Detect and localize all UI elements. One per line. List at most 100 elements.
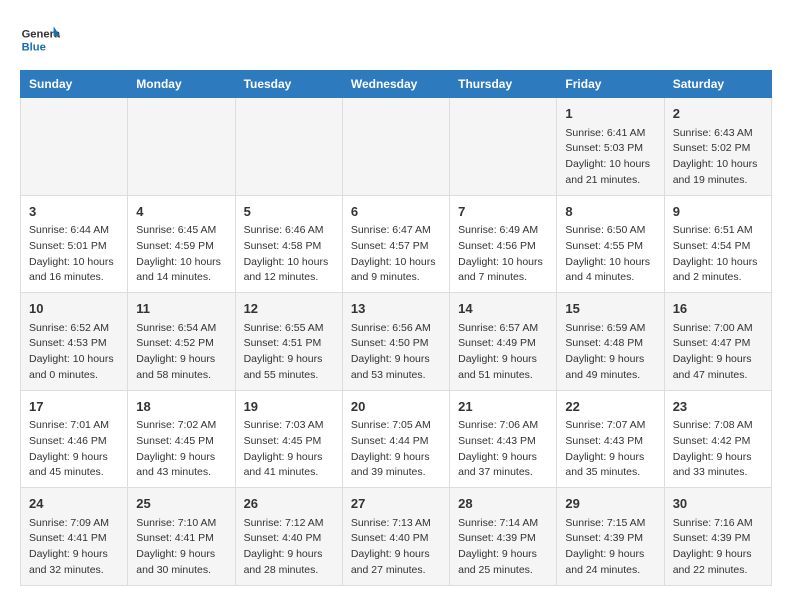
day-number: 28 <box>458 494 548 514</box>
day-info: Sunrise: 7:08 AM Sunset: 4:42 PM Dayligh… <box>673 418 763 481</box>
day-cell: 14Sunrise: 6:57 AM Sunset: 4:49 PM Dayli… <box>450 293 557 391</box>
day-cell: 13Sunrise: 6:56 AM Sunset: 4:50 PM Dayli… <box>342 293 449 391</box>
week-row-3: 10Sunrise: 6:52 AM Sunset: 4:53 PM Dayli… <box>21 293 772 391</box>
day-cell: 20Sunrise: 7:05 AM Sunset: 4:44 PM Dayli… <box>342 390 449 488</box>
day-info: Sunrise: 6:59 AM Sunset: 4:48 PM Dayligh… <box>565 321 655 384</box>
page-header: General Blue <box>20 20 772 60</box>
day-cell: 16Sunrise: 7:00 AM Sunset: 4:47 PM Dayli… <box>664 293 771 391</box>
day-number: 3 <box>29 202 119 222</box>
day-info: Sunrise: 7:16 AM Sunset: 4:39 PM Dayligh… <box>673 516 763 579</box>
week-row-1: 1Sunrise: 6:41 AM Sunset: 5:03 PM Daylig… <box>21 98 772 196</box>
header-day-monday: Monday <box>128 71 235 98</box>
day-number: 10 <box>29 299 119 319</box>
day-cell: 18Sunrise: 7:02 AM Sunset: 4:45 PM Dayli… <box>128 390 235 488</box>
day-cell <box>128 98 235 196</box>
day-cell: 24Sunrise: 7:09 AM Sunset: 4:41 PM Dayli… <box>21 488 128 586</box>
day-number: 24 <box>29 494 119 514</box>
day-cell: 23Sunrise: 7:08 AM Sunset: 4:42 PM Dayli… <box>664 390 771 488</box>
day-cell: 2Sunrise: 6:43 AM Sunset: 5:02 PM Daylig… <box>664 98 771 196</box>
day-cell <box>21 98 128 196</box>
day-info: Sunrise: 7:14 AM Sunset: 4:39 PM Dayligh… <box>458 516 548 579</box>
svg-text:Blue: Blue <box>22 41 46 53</box>
day-number: 29 <box>565 494 655 514</box>
day-number: 27 <box>351 494 441 514</box>
day-info: Sunrise: 6:57 AM Sunset: 4:49 PM Dayligh… <box>458 321 548 384</box>
day-info: Sunrise: 7:07 AM Sunset: 4:43 PM Dayligh… <box>565 418 655 481</box>
day-number: 6 <box>351 202 441 222</box>
day-cell: 26Sunrise: 7:12 AM Sunset: 4:40 PM Dayli… <box>235 488 342 586</box>
day-info: Sunrise: 7:02 AM Sunset: 4:45 PM Dayligh… <box>136 418 226 481</box>
day-number: 26 <box>244 494 334 514</box>
day-info: Sunrise: 7:13 AM Sunset: 4:40 PM Dayligh… <box>351 516 441 579</box>
day-cell: 10Sunrise: 6:52 AM Sunset: 4:53 PM Dayli… <box>21 293 128 391</box>
week-row-5: 24Sunrise: 7:09 AM Sunset: 4:41 PM Dayli… <box>21 488 772 586</box>
day-cell: 4Sunrise: 6:45 AM Sunset: 4:59 PM Daylig… <box>128 195 235 293</box>
day-number: 9 <box>673 202 763 222</box>
day-info: Sunrise: 7:10 AM Sunset: 4:41 PM Dayligh… <box>136 516 226 579</box>
day-info: Sunrise: 7:05 AM Sunset: 4:44 PM Dayligh… <box>351 418 441 481</box>
day-info: Sunrise: 7:15 AM Sunset: 4:39 PM Dayligh… <box>565 516 655 579</box>
day-number: 2 <box>673 104 763 124</box>
day-cell: 6Sunrise: 6:47 AM Sunset: 4:57 PM Daylig… <box>342 195 449 293</box>
day-cell: 15Sunrise: 6:59 AM Sunset: 4:48 PM Dayli… <box>557 293 664 391</box>
header-day-sunday: Sunday <box>21 71 128 98</box>
day-info: Sunrise: 6:43 AM Sunset: 5:02 PM Dayligh… <box>673 126 763 189</box>
day-number: 25 <box>136 494 226 514</box>
day-cell: 30Sunrise: 7:16 AM Sunset: 4:39 PM Dayli… <box>664 488 771 586</box>
day-cell: 21Sunrise: 7:06 AM Sunset: 4:43 PM Dayli… <box>450 390 557 488</box>
day-number: 19 <box>244 397 334 417</box>
day-cell: 9Sunrise: 6:51 AM Sunset: 4:54 PM Daylig… <box>664 195 771 293</box>
day-info: Sunrise: 7:01 AM Sunset: 4:46 PM Dayligh… <box>29 418 119 481</box>
day-number: 16 <box>673 299 763 319</box>
day-number: 23 <box>673 397 763 417</box>
header-day-wednesday: Wednesday <box>342 71 449 98</box>
day-number: 15 <box>565 299 655 319</box>
header-day-friday: Friday <box>557 71 664 98</box>
week-row-4: 17Sunrise: 7:01 AM Sunset: 4:46 PM Dayli… <box>21 390 772 488</box>
day-info: Sunrise: 7:06 AM Sunset: 4:43 PM Dayligh… <box>458 418 548 481</box>
day-info: Sunrise: 6:49 AM Sunset: 4:56 PM Dayligh… <box>458 223 548 286</box>
day-number: 4 <box>136 202 226 222</box>
day-cell: 25Sunrise: 7:10 AM Sunset: 4:41 PM Dayli… <box>128 488 235 586</box>
day-number: 8 <box>565 202 655 222</box>
day-info: Sunrise: 7:00 AM Sunset: 4:47 PM Dayligh… <box>673 321 763 384</box>
day-cell <box>450 98 557 196</box>
day-cell: 19Sunrise: 7:03 AM Sunset: 4:45 PM Dayli… <box>235 390 342 488</box>
day-number: 21 <box>458 397 548 417</box>
day-info: Sunrise: 6:54 AM Sunset: 4:52 PM Dayligh… <box>136 321 226 384</box>
day-cell: 12Sunrise: 6:55 AM Sunset: 4:51 PM Dayli… <box>235 293 342 391</box>
day-number: 20 <box>351 397 441 417</box>
day-cell: 28Sunrise: 7:14 AM Sunset: 4:39 PM Dayli… <box>450 488 557 586</box>
day-info: Sunrise: 6:50 AM Sunset: 4:55 PM Dayligh… <box>565 223 655 286</box>
day-number: 18 <box>136 397 226 417</box>
day-cell: 5Sunrise: 6:46 AM Sunset: 4:58 PM Daylig… <box>235 195 342 293</box>
week-row-2: 3Sunrise: 6:44 AM Sunset: 5:01 PM Daylig… <box>21 195 772 293</box>
day-info: Sunrise: 7:09 AM Sunset: 4:41 PM Dayligh… <box>29 516 119 579</box>
day-cell <box>235 98 342 196</box>
day-info: Sunrise: 6:52 AM Sunset: 4:53 PM Dayligh… <box>29 321 119 384</box>
day-cell <box>342 98 449 196</box>
day-info: Sunrise: 6:51 AM Sunset: 4:54 PM Dayligh… <box>673 223 763 286</box>
day-number: 12 <box>244 299 334 319</box>
day-number: 11 <box>136 299 226 319</box>
day-info: Sunrise: 6:41 AM Sunset: 5:03 PM Dayligh… <box>565 126 655 189</box>
day-info: Sunrise: 7:03 AM Sunset: 4:45 PM Dayligh… <box>244 418 334 481</box>
day-cell: 1Sunrise: 6:41 AM Sunset: 5:03 PM Daylig… <box>557 98 664 196</box>
day-info: Sunrise: 6:45 AM Sunset: 4:59 PM Dayligh… <box>136 223 226 286</box>
header-day-tuesday: Tuesday <box>235 71 342 98</box>
day-cell: 7Sunrise: 6:49 AM Sunset: 4:56 PM Daylig… <box>450 195 557 293</box>
header-day-saturday: Saturday <box>664 71 771 98</box>
day-cell: 29Sunrise: 7:15 AM Sunset: 4:39 PM Dayli… <box>557 488 664 586</box>
day-number: 5 <box>244 202 334 222</box>
day-info: Sunrise: 7:12 AM Sunset: 4:40 PM Dayligh… <box>244 516 334 579</box>
day-cell: 8Sunrise: 6:50 AM Sunset: 4:55 PM Daylig… <box>557 195 664 293</box>
day-number: 14 <box>458 299 548 319</box>
header-row: SundayMondayTuesdayWednesdayThursdayFrid… <box>21 71 772 98</box>
day-cell: 17Sunrise: 7:01 AM Sunset: 4:46 PM Dayli… <box>21 390 128 488</box>
day-info: Sunrise: 6:55 AM Sunset: 4:51 PM Dayligh… <box>244 321 334 384</box>
day-number: 13 <box>351 299 441 319</box>
header-day-thursday: Thursday <box>450 71 557 98</box>
logo-icon: General Blue <box>20 20 60 60</box>
day-number: 22 <box>565 397 655 417</box>
day-cell: 27Sunrise: 7:13 AM Sunset: 4:40 PM Dayli… <box>342 488 449 586</box>
